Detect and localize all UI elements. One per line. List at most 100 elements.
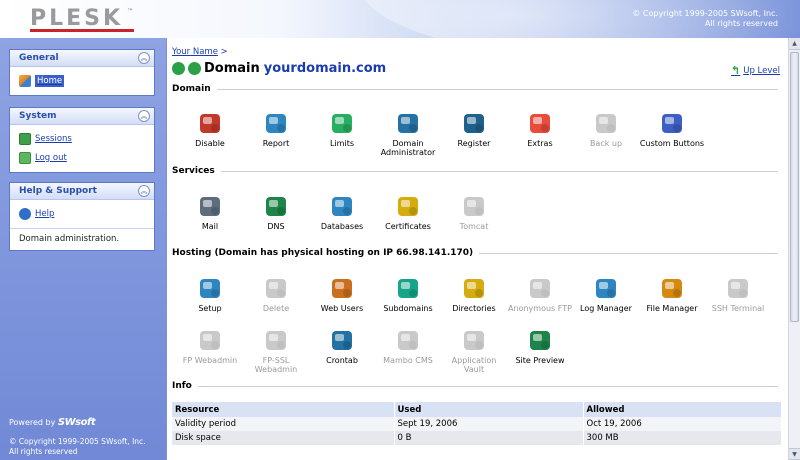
panel-help-header[interactable]: Help & Support ︽ [10,183,154,200]
tool-back-up[interactable]: Back up [573,110,639,157]
tool-label: Register [457,139,491,148]
tool-extras[interactable]: Extras [507,110,573,157]
mambo-cms-icon [395,327,421,353]
breadcrumb-your-name[interactable]: Your Name [172,47,218,57]
directories-icon [461,275,487,301]
tool-fp-webadmin[interactable]: FP Webadmin [177,327,243,374]
tool-report[interactable]: Report [243,110,309,157]
tool-label: Subdomains [383,304,433,313]
column-header: Resource [172,402,395,417]
tool-fp-ssl-webadmin[interactable]: FP-SSL Webadmin [243,327,309,374]
tool-mail[interactable]: Mail [177,193,243,231]
tool-label: FP-SSL Webadmin [254,356,298,374]
tool-anonymous-ftp[interactable]: Anonymous FTP [507,275,573,313]
table-cell: Disk space [172,431,395,445]
tool-label: Web Users [320,304,364,313]
tool-directories[interactable]: Directories [441,275,507,313]
databases-icon [329,193,355,219]
tool-crontab[interactable]: Crontab [309,327,375,374]
tool-label: Extras [527,139,553,148]
tool-setup[interactable]: Setup [177,275,243,313]
up-level-link[interactable]: ↰ Up Level [731,64,780,77]
sidebar-item-home[interactable]: Home [19,71,145,90]
file-manager-icon [659,275,685,301]
panel-system-header[interactable]: System ︽ [10,108,154,125]
tool-site-preview[interactable]: Site Preview [507,327,573,374]
tool-domain-administrator[interactable]: Domain Administrator [375,110,441,157]
collapse-icon[interactable]: ︽ [138,52,150,64]
tool-databases[interactable]: Databases [309,193,375,231]
domain-tools: Disable Report Limits Domain Administrator R… [177,110,705,157]
header: PLESK ™ © Copyright 1999-2005 SWsoft, Inc… [0,0,800,38]
tool-limits[interactable]: Limits [309,110,375,157]
sidebar-item-sessions[interactable]: Sessions [19,129,145,148]
play-icon [188,62,201,75]
table-cell: Validity period [172,417,395,431]
custom-buttons-icon [659,110,685,136]
tool-label: Custom Buttons [639,139,705,148]
tool-label: DNS [267,222,285,231]
section-domain-title: Domain [172,84,778,94]
subdomains-icon [395,275,421,301]
tool-label: Mail [201,222,219,231]
tool-mambo-cms[interactable]: Mambo CMS [375,327,441,374]
section-services-title: Services [172,166,778,176]
tool-label: Mambo CMS [383,356,433,365]
application-vault-icon [461,327,487,353]
tool-label: Domain Administrator [380,139,436,157]
logo-underline [30,29,134,32]
table-cell: Oct 19, 2006 [583,417,782,431]
tool-disable[interactable]: Disable [177,110,243,157]
scroll-thumb[interactable] [790,52,799,322]
home-icon [19,74,31,87]
panel-general-title: General [19,53,59,63]
tool-ssh-terminal[interactable]: SSH Terminal [705,275,771,313]
tool-label: Tomcat [459,222,489,231]
collapse-icon[interactable]: ︽ [138,185,150,197]
log-manager-icon [593,275,619,301]
header-copyright: © Copyright 1999-2005 SWsoft, Inc. All r… [632,9,778,28]
ssh-terminal-icon [725,275,751,301]
tool-label: Application Vault [451,356,497,374]
limits-icon [329,110,355,136]
tool-custom-buttons[interactable]: Custom Buttons [639,110,705,157]
panel-system: System ︽ Sessions Log out [9,107,155,173]
tool-label: Back up [589,139,623,148]
tool-label: Limits [330,139,354,148]
panel-general: General ︽ Home [9,49,155,96]
panel-system-title: System [19,111,57,121]
setup-icon [197,275,223,301]
scroll-down-arrow-icon[interactable]: ▼ [789,448,800,460]
tool-register[interactable]: Register [441,110,507,157]
fp-webadmin-icon [197,327,223,353]
table-row: Disk space 0 B 300 MB [172,431,782,445]
sidebar-item-help[interactable]: Help [19,204,145,223]
vertical-scrollbar[interactable]: ▲ ▼ [788,38,800,460]
help-description: Domain administration. [10,228,154,250]
tool-subdomains[interactable]: Subdomains [375,275,441,313]
panel-help-title: Help & Support [19,186,97,196]
tool-label: Certificates [385,222,431,231]
hosting-tools-row2: FP Webadmin FP-SSL Webadmin Crontab Mambo C… [177,327,573,374]
services-tools: Mail DNS Databases Certificates Tomcat [177,193,507,231]
tool-file-manager[interactable]: File Manager [639,275,705,313]
tool-delete[interactable]: Delete [243,275,309,313]
tool-certificates[interactable]: Certificates [375,193,441,231]
tool-web-users[interactable]: Web Users [309,275,375,313]
sidebar-item-logout[interactable]: Log out [19,148,145,167]
breadcrumb: Your Name > [172,47,228,57]
swsoft-logo: SWsoft [57,417,96,428]
tool-application-vault[interactable]: Application Vault [441,327,507,374]
plesk-logo[interactable]: PLESK ™ [30,6,133,31]
tool-dns[interactable]: DNS [243,193,309,231]
hosting-tools-row1: Setup Delete Web Users Subdomains Directorie… [177,275,771,313]
collapse-icon[interactable]: ︽ [138,110,150,122]
tool-tomcat[interactable]: Tomcat [441,193,507,231]
status-ok-icon [172,62,185,75]
tool-label: Disable [195,139,225,148]
panel-general-header[interactable]: General ︽ [10,50,154,67]
tool-log-manager[interactable]: Log Manager [573,275,639,313]
scroll-up-arrow-icon[interactable]: ▲ [789,38,800,50]
info-table: Resource Used Allowed Validity period Se… [172,402,782,445]
tool-label: Databases [320,222,364,231]
